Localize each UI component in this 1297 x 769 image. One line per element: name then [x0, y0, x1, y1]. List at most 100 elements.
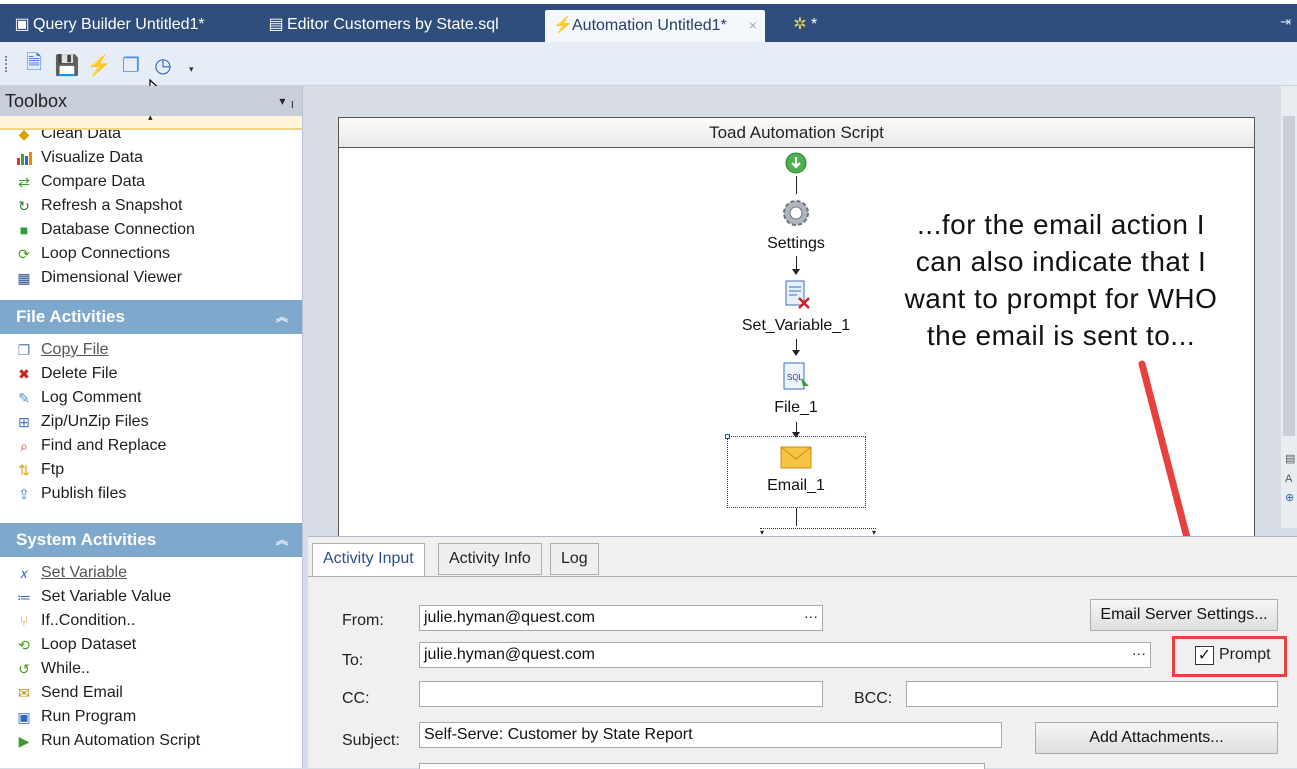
toolbox-item-refresh-snapshot[interactable]: ↻ Refresh a Snapshot: [0, 194, 302, 218]
toolbox-scroll-up[interactable]: ▴: [0, 112, 302, 130]
ftp-icon: ⇅: [18, 462, 30, 478]
collapse-icon: ︽: [275, 533, 288, 547]
toolbox-item-send-email[interactable]: ✉ Send Email: [0, 681, 302, 705]
cc-label: CC:: [342, 690, 370, 707]
subject-field[interactable]: Self-Serve: Customer by State Report: [419, 722, 1002, 748]
variable-icon: 𝑥: [20, 565, 28, 581]
prompt-highlight-box: [1172, 636, 1287, 677]
query-builder-icon: ▣: [14, 16, 30, 33]
from-field[interactable]: julie.hyman@quest.com ···: [419, 605, 823, 631]
section-file-activities[interactable]: File Activities ︽: [0, 300, 302, 334]
tab-editor[interactable]: ▤ Editor Customers by State.sql: [268, 10, 498, 42]
lightning-icon: ⚡: [553, 17, 573, 34]
toolbox-item-loop-connections[interactable]: ⟳ Loop Connections: [0, 242, 302, 266]
toolbox-item-set-variable[interactable]: 𝑥 Set Variable: [0, 561, 302, 585]
cc-field[interactable]: [419, 681, 823, 707]
node-settings[interactable]: Settings: [746, 196, 846, 253]
comment-icon: ✎: [18, 390, 30, 406]
node-set-variable[interactable]: Set_Variable_1: [726, 278, 866, 335]
find-replace-icon: ⌕: [20, 438, 28, 454]
document-tab-strip: ▣ Query Builder Untitled1* ▤ Editor Custom…: [0, 0, 1297, 42]
add-attachments-button[interactable]: Add Attachments...: [1035, 722, 1278, 754]
toolbox-item-run-automation-script[interactable]: ▶ Run Automation Script: [0, 729, 302, 753]
toolbox-item-while[interactable]: ↺ While..: [0, 657, 302, 681]
toolbox-item-delete-file[interactable]: ✖ Delete File: [0, 362, 302, 386]
schedule-icon[interactable]: ◷: [150, 52, 176, 78]
delete-file-icon: ✖: [18, 366, 30, 382]
project-icon: ✲: [793, 16, 807, 33]
tab-automation[interactable]: ⚡Automation Untitled1* ×: [545, 10, 765, 42]
toolbox-item-log-comment[interactable]: ✎ Log Comment: [0, 386, 302, 410]
toolbox-item-ftp[interactable]: ⇅ Ftp: [0, 458, 302, 482]
annotation-callout: ...for the email action I can also indic…: [904, 209, 1218, 351]
toolbox-item-publish-files[interactable]: ⇪ Publish files: [0, 482, 302, 506]
run-script-icon: ▶: [18, 733, 30, 749]
loop-dataset-icon: ⟲: [18, 637, 30, 653]
node-email[interactable]: Email_1: [746, 444, 846, 495]
start-icon[interactable]: [785, 152, 807, 174]
database-icon: ■: [19, 222, 29, 238]
page-icon[interactable]: ▤: [1285, 452, 1297, 465]
gear-icon: [783, 200, 809, 226]
toolbar-grip[interactable]: [5, 56, 8, 72]
toolbox-item-loop-dataset[interactable]: ⟲ Loop Dataset: [0, 633, 302, 657]
chart-icon: [14, 149, 34, 167]
body-field[interactable]: [419, 763, 985, 769]
tab-query-builder[interactable]: ▣ Query Builder Untitled1*: [14, 10, 204, 42]
automation-toolbar: 🗎 💾 ⚡ ❐ ◷ ▾: [0, 42, 1297, 86]
toolbox-item-zip[interactable]: ⊞ Zip/UnZip Files: [0, 410, 302, 434]
toolbox-item-find-replace[interactable]: ⌕ Find and Replace: [0, 434, 302, 458]
toolbox-item-visualize-data[interactable]: Visualize Data: [0, 146, 302, 170]
section-system-activities[interactable]: System Activities ︽: [0, 523, 302, 557]
compare-icon: ⇄: [18, 174, 30, 190]
toolbox-item-dimensional-viewer[interactable]: ▦ Dimensional Viewer: [0, 266, 302, 290]
run-program-icon: ▣: [17, 709, 31, 725]
from-label: From:: [342, 612, 384, 629]
toolbox-pin-icon[interactable]: ▾ ╷: [279, 86, 296, 116]
to-field[interactable]: julie.hyman@quest.com ···: [419, 642, 1151, 668]
dimensional-icon: ▦: [17, 270, 31, 286]
toolbox-item-run-program[interactable]: ▣ Run Program: [0, 705, 302, 729]
toolbox-item-set-variable-value[interactable]: ≔ Set Variable Value: [0, 585, 302, 609]
email-icon: ✉: [18, 685, 30, 701]
run-icon[interactable]: ⚡: [86, 52, 112, 78]
script-title: Toad Automation Script: [339, 118, 1254, 148]
copy-icon[interactable]: ❐: [118, 52, 144, 78]
from-browse-button[interactable]: ···: [804, 606, 818, 628]
save-icon[interactable]: 💾: [54, 52, 80, 78]
toolbox-item-copy-file[interactable]: ❐ Copy File: [0, 338, 302, 362]
bcc-field[interactable]: [906, 681, 1278, 707]
toolbox-item-database-connection[interactable]: ■ Database Connection: [0, 218, 302, 242]
selection-handle[interactable]: [725, 434, 730, 439]
toolbar-overflow-icon[interactable]: ▾: [189, 64, 194, 75]
zoom-in-icon[interactable]: ⊕: [1285, 491, 1297, 504]
pin-icon[interactable]: ⇥: [1280, 14, 1291, 30]
tab-activity-info[interactable]: Activity Info: [438, 543, 542, 575]
new-script-icon[interactable]: 🗎: [21, 52, 47, 78]
svg-text:SQL: SQL: [787, 373, 804, 382]
tab-project[interactable]: ✲ *: [792, 10, 817, 42]
close-tab-icon[interactable]: ×: [749, 17, 757, 33]
variable-value-icon: ≔: [17, 589, 31, 605]
font-icon[interactable]: A: [1285, 473, 1297, 485]
email-server-settings-button[interactable]: Email Server Settings...: [1090, 599, 1278, 631]
toolbox-item-if-condition[interactable]: ⑂ If..Condition..: [0, 609, 302, 633]
scroll-up-icon: ▴: [148, 112, 153, 122]
activity-properties-panel: Activity Input Activity Info Log From: j…: [308, 536, 1297, 769]
sql-file-icon: SQL: [783, 362, 809, 390]
loop-icon: ⟳: [18, 246, 30, 262]
condition-icon: ⑂: [19, 613, 29, 629]
toolbox-item-compare-data[interactable]: ⇄ Compare Data: [0, 170, 302, 194]
bcc-label: BCC:: [854, 690, 893, 707]
while-icon: ↺: [18, 661, 30, 677]
tab-activity-input[interactable]: Activity Input: [312, 543, 425, 577]
panel-splitter[interactable]: ▾ ▾: [760, 528, 876, 537]
tab-log[interactable]: Log: [550, 543, 599, 575]
side-strip: ▤ A ⊕: [1285, 446, 1297, 504]
script-scroll-icon: [785, 280, 810, 309]
collapse-icon: ︽: [275, 310, 288, 324]
node-file[interactable]: SQL File_1: [746, 360, 846, 417]
publish-icon: ⇪: [18, 486, 30, 502]
scrollbar-thumb[interactable]: [1283, 116, 1295, 436]
to-browse-button[interactable]: ···: [1132, 643, 1146, 665]
